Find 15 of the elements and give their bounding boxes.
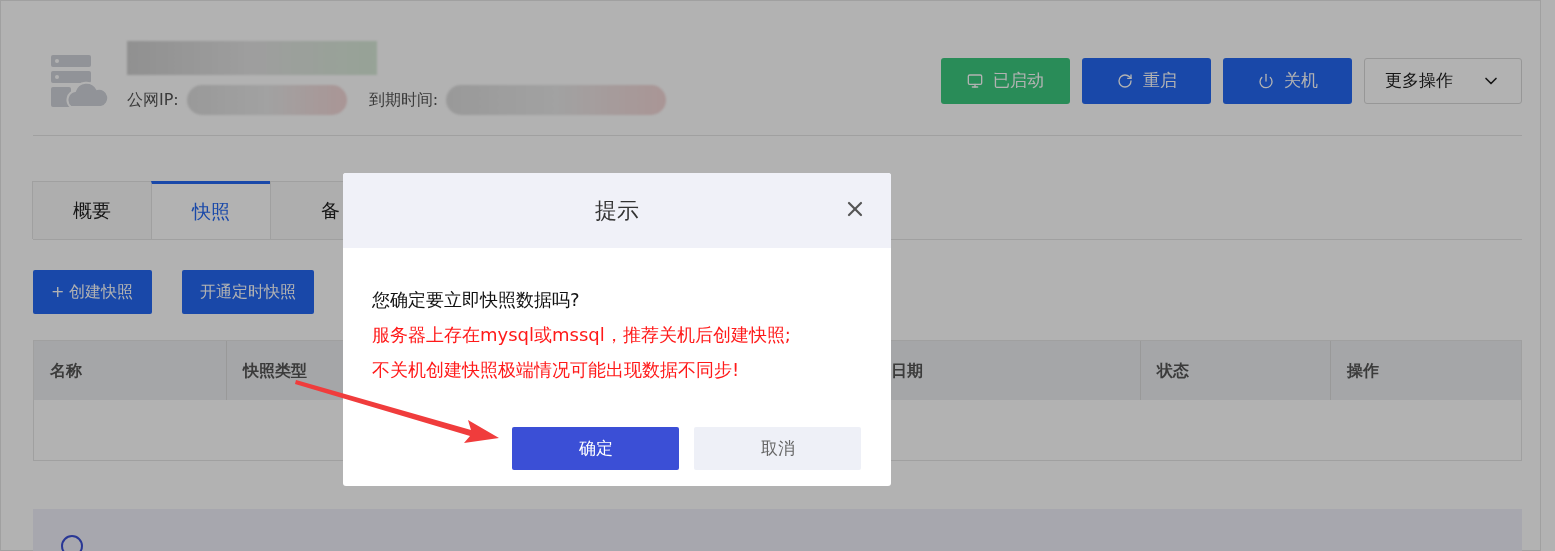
column-header: 状态 [1141,341,1331,400]
tab[interactable]: 概要 [32,181,152,239]
public-ip-label: 公网IP: [127,89,179,111]
expiry-label: 到期时间: [368,89,439,111]
column-header: 名称 [34,341,227,400]
column-header: 操作 [1345,359,1380,382]
confirm-button[interactable]: 确定 [512,427,679,470]
shutdown-button[interactable]: 关机 [1223,58,1352,104]
dialog-title: 提示 [595,197,639,225]
dialog-question: 您确定要立即快照数据吗? [372,288,581,312]
more-actions-dropdown[interactable]: 更多操作 [1364,58,1522,104]
cancel-button[interactable]: 取消 [694,427,861,470]
create-snapshot-button[interactable]: + 创建快照 [33,270,152,314]
restart-button[interactable]: 重启 [1082,58,1211,104]
scheduled-snapshot-button[interactable]: 开通定时快照 [181,270,314,314]
